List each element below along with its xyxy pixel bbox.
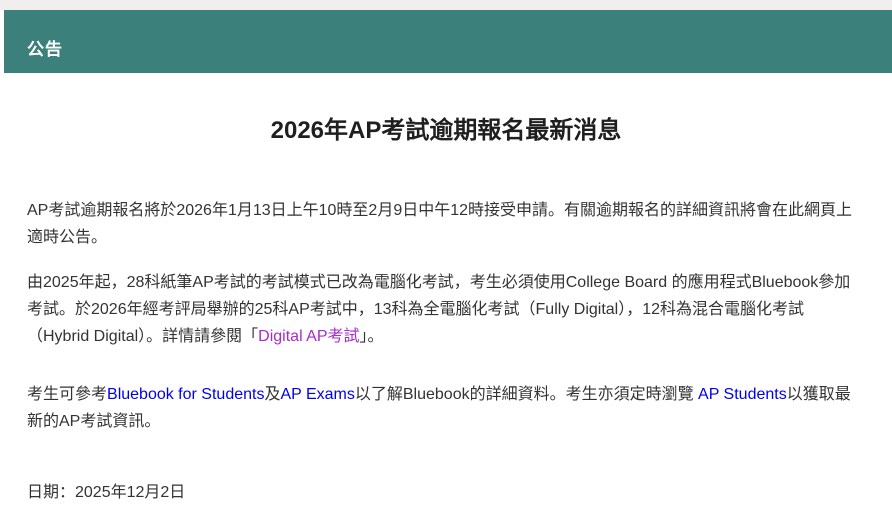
banner-title: 公告 [4,10,892,60]
paragraph-text: 以了解Bluebook的詳細資料。考生亦須定時瀏覽 [355,386,698,403]
paragraph-text: 」。 [360,328,384,345]
announcement-banner: 公告 [4,10,892,73]
page-title: 2026年AP考試逾期報名最新消息 [27,117,865,144]
bluebook-for-students-link[interactable]: Bluebook for Students [107,386,264,403]
paragraph-bluebook-resources: 考生可參考Bluebook for Students及AP Exams以了解Bl… [27,381,865,435]
paragraph-text: 及 [264,386,280,403]
paragraph-late-registration-dates: AP考試逾期報名將於2026年1月13日上午10時至2月9日中午12時接受申請。… [27,197,865,251]
paragraph-text: 考生可參考 [27,386,107,403]
digital-ap-exam-link[interactable]: Digital AP考試 [258,328,359,345]
ap-students-link[interactable]: AP Students [698,386,787,403]
paragraph-text: AP考試逾期報名將於2026年1月13日上午10時至2月9日中午12時接受申請。… [27,202,852,246]
announcement-page: 公告 2026年AP考試逾期報名最新消息 AP考試逾期報名將於2026年1月13… [0,0,892,522]
page-top-strip [0,0,892,10]
paragraph-text: 由2025年起，28科紙筆AP考試的考試模式已改為電腦化考試，考生必須使用Col… [27,274,850,345]
ap-exams-link[interactable]: AP Exams [280,386,354,403]
announcement-content: 2026年AP考試逾期報名最新消息 AP考試逾期報名將於2026年1月13日上午… [0,117,892,506]
paragraph-digital-exam-modes: 由2025年起，28科紙筆AP考試的考試模式已改為電腦化考試，考生必須使用Col… [27,269,865,350]
publish-date: 日期：2025年12月2日 [27,479,865,506]
